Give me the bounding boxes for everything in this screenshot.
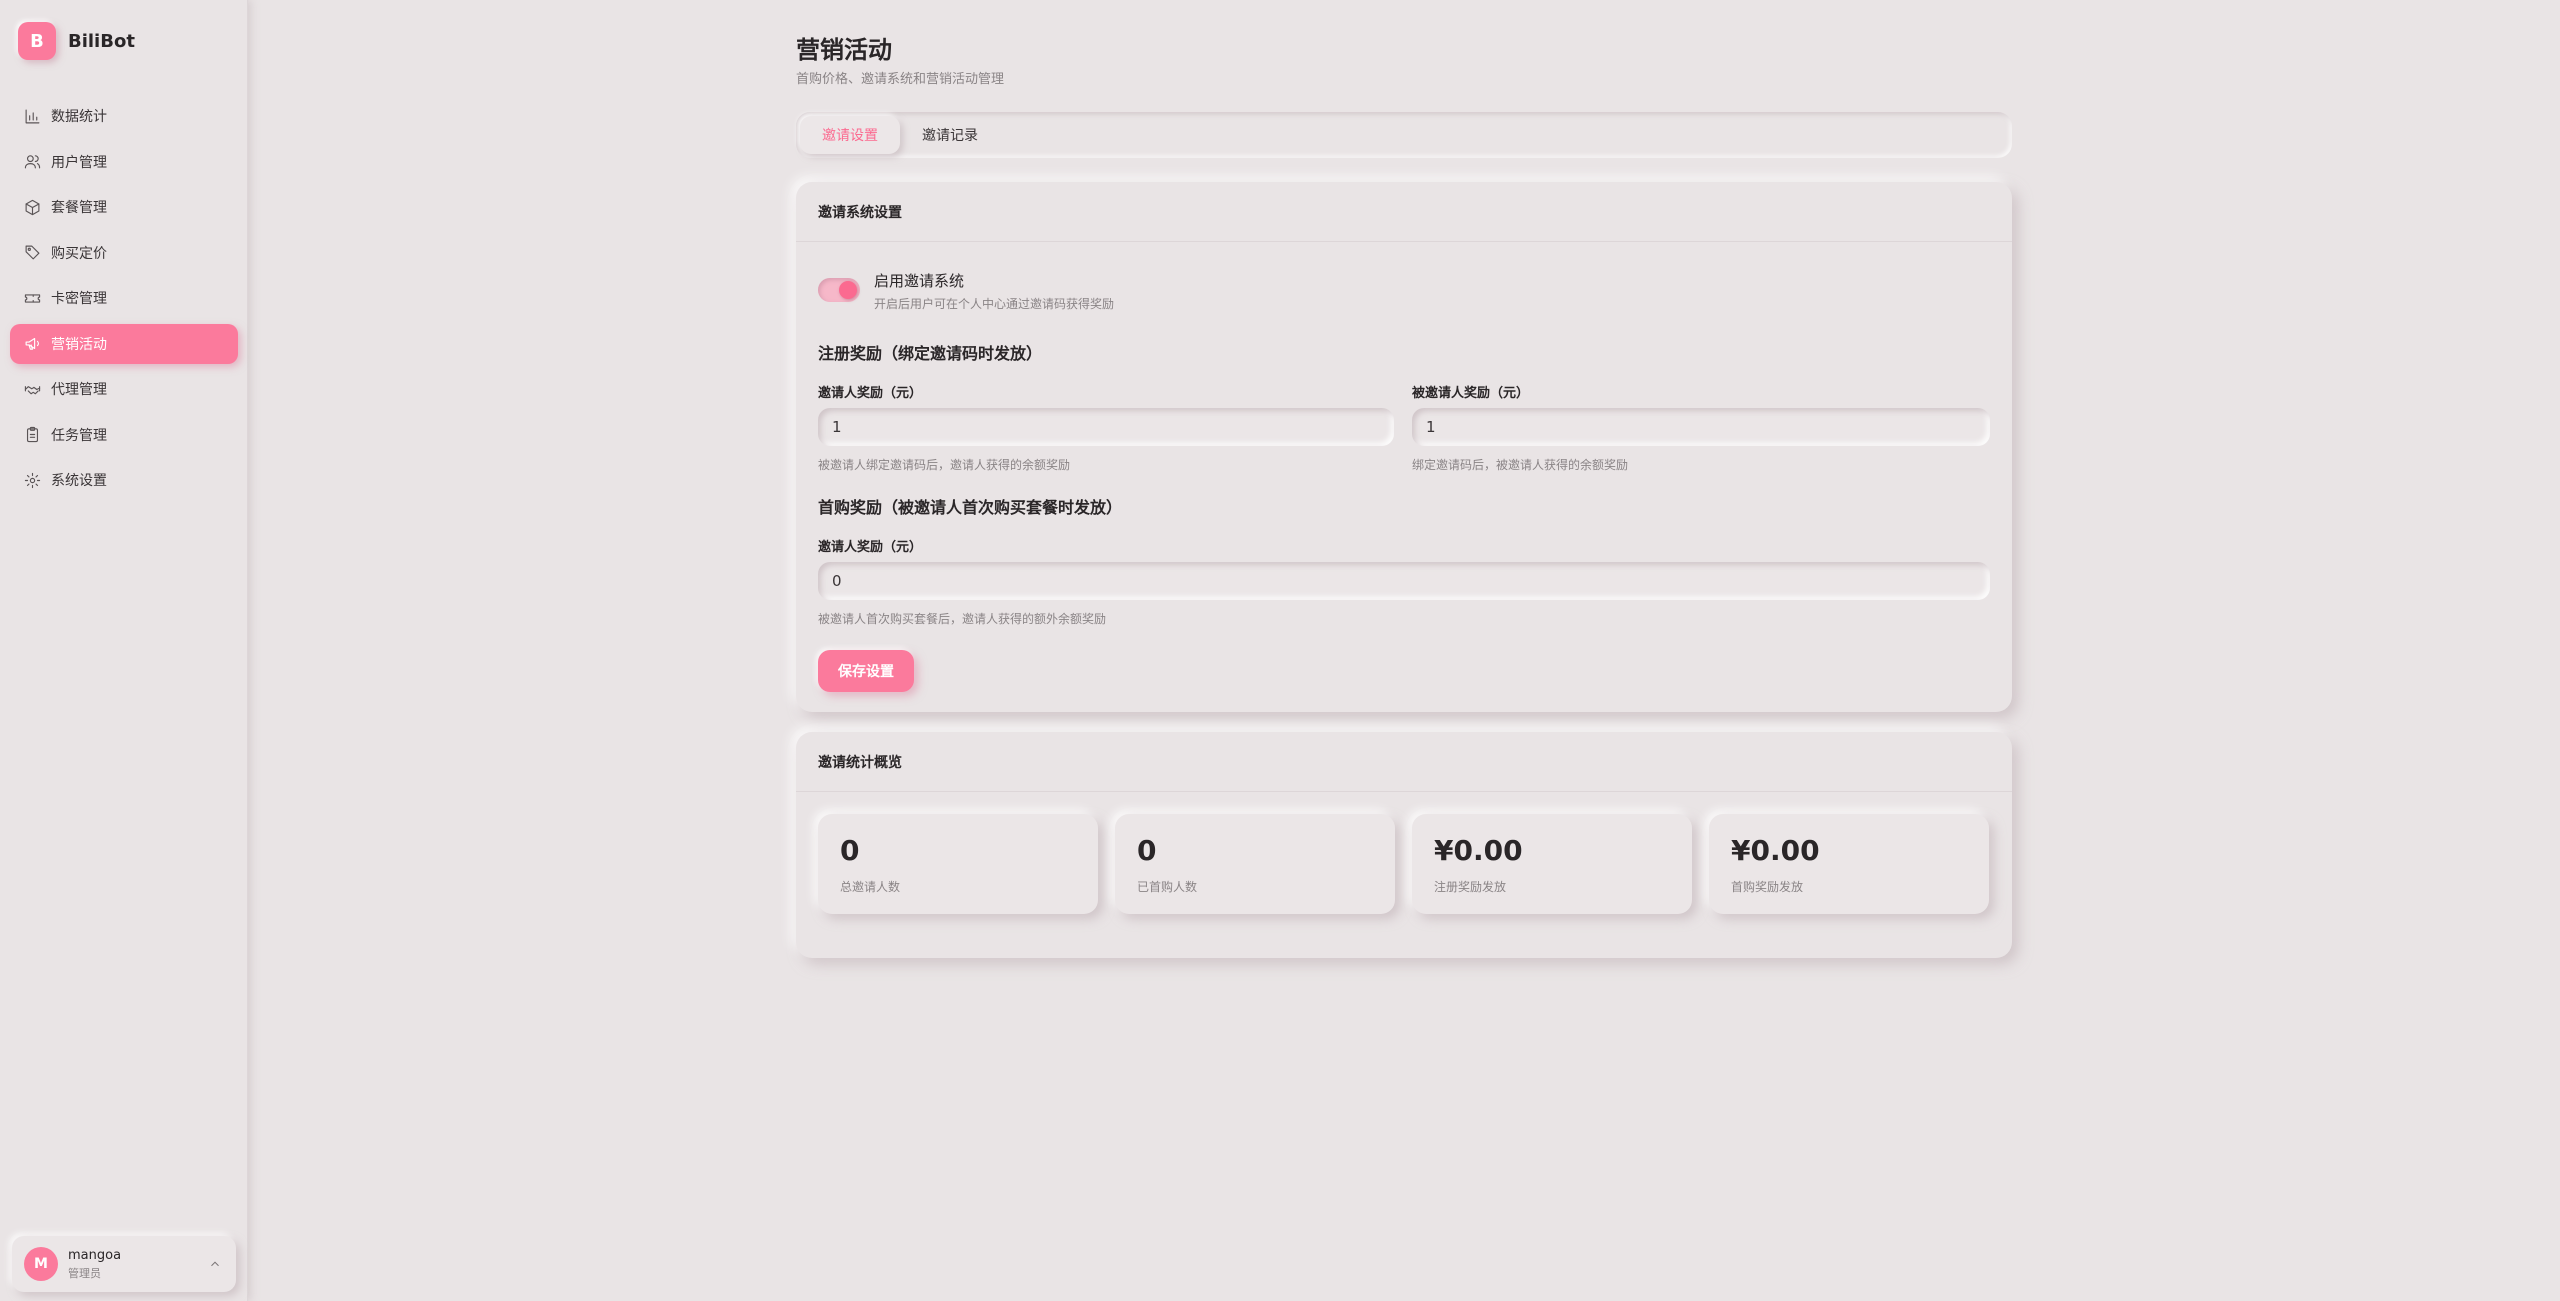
- handshake-icon: [24, 385, 41, 394]
- users-icon: [24, 155, 41, 169]
- page-title: 营销活动: [796, 36, 892, 64]
- stat-first-purchases: 0 已首购人数: [1115, 814, 1395, 914]
- page-subtitle: 首购价格、邀请系统和营销活动管理: [796, 72, 1005, 87]
- sidebar-item-label: 营销活动: [51, 336, 107, 353]
- gear-icon: [24, 472, 41, 488]
- first-purchase-inviter-help: 被邀请人首次购买套餐后，邀请人获得的额外余额奖励: [818, 612, 1107, 626]
- user-role: 管理员: [68, 1266, 101, 1280]
- sidebar-item-card-keys[interactable]: 卡密管理: [10, 278, 238, 318]
- stat-value: ¥0.00: [1731, 834, 1820, 867]
- avatar: M: [24, 1247, 58, 1281]
- sidebar-item-pricing[interactable]: 购买定价: [10, 233, 238, 273]
- register-reward-title: 注册奖励（绑定邀请码时发放）: [818, 344, 1043, 363]
- sidebar-item-users[interactable]: 用户管理: [10, 142, 238, 182]
- clipboard-icon: [26, 426, 39, 443]
- package-icon: [25, 199, 40, 215]
- sidebar-item-label: 代理管理: [51, 382, 107, 398]
- sidebar: B BiliBot 数据统计 用户管理 套餐管理 购买定价 卡密管理 营销活动 …: [0, 0, 248, 1301]
- sidebar-item-marketing[interactable]: 营销活动: [10, 323, 238, 364]
- user-name: mangoa: [68, 1247, 122, 1263]
- sidebar-item-label: 系统设置: [51, 473, 107, 489]
- tab-bar: 邀请设置 邀请记录: [796, 112, 2012, 158]
- register-invitee-label: 被邀请人奖励（元）: [1412, 386, 1530, 401]
- toggle-knob: [839, 281, 857, 299]
- brand-name: BiliBot: [68, 30, 135, 52]
- sidebar-item-label: 购买定价: [51, 245, 107, 262]
- first-purchase-inviter-label: 邀请人奖励（元）: [818, 540, 923, 555]
- stat-label: 已首购人数: [1137, 880, 1198, 894]
- first-purchase-inviter-input[interactable]: [818, 562, 1990, 600]
- stat-value: 0: [840, 834, 860, 867]
- user-menu[interactable]: M mangoa 管理员: [12, 1236, 236, 1292]
- register-inviter-input[interactable]: [818, 408, 1394, 446]
- first-purchase-reward-title: 首购奖励（被邀请人首次购买套餐时发放）: [818, 498, 1123, 517]
- user-info: mangoa 管理员: [68, 1248, 121, 1281]
- toggle-help-text: 开启后用户可在个人中心通过邀请码获得奖励: [874, 297, 1115, 311]
- bar-chart-icon: [25, 109, 40, 123]
- card-title: 邀请系统设置: [796, 182, 2012, 242]
- stat-first-purchase-rewards: ¥0.00 首购奖励发放: [1709, 814, 1989, 914]
- sidebar-item-tasks[interactable]: 任务管理: [10, 415, 238, 455]
- sidebar-item-label: 套餐管理: [51, 200, 107, 216]
- stat-register-rewards: ¥0.00 注册奖励发放: [1412, 814, 1692, 914]
- invite-stats-card: 邀请统计概览 0 总邀请人数 0 已首购人数 ¥0.00 注册奖励发放 ¥0.0…: [796, 732, 2012, 958]
- chevron-up-icon: [208, 1256, 222, 1275]
- app-root: B BiliBot 数据统计 用户管理 套餐管理 购买定价 卡密管理 营销活动 …: [0, 0, 2560, 1301]
- stat-label: 注册奖励发放: [1434, 880, 1507, 894]
- sidebar-item-data-stats[interactable]: 数据统计: [10, 96, 238, 136]
- sidebar-item-label: 用户管理: [51, 154, 107, 171]
- card-title: 邀请统计概览: [796, 732, 2012, 792]
- register-invitee-input[interactable]: [1412, 408, 1990, 446]
- sidebar-nav: 数据统计 用户管理 套餐管理 购买定价 卡密管理 营销活动 代理管理 任务管理 …: [10, 96, 238, 506]
- invite-settings-card: 邀请系统设置 启用邀请系统 开启后用户可在个人中心通过邀请码获得奖励 注册奖励（…: [796, 182, 2012, 712]
- tag-icon: [25, 245, 40, 260]
- register-inviter-help: 被邀请人绑定邀请码后，邀请人获得的余额奖励: [818, 458, 1071, 472]
- sidebar-item-label: 数据统计: [51, 109, 107, 125]
- sidebar-item-packages[interactable]: 套餐管理: [10, 187, 238, 227]
- enable-invite-toggle[interactable]: [818, 278, 860, 302]
- stat-value: 0: [1137, 834, 1157, 867]
- sidebar-item-label: 任务管理: [51, 427, 107, 444]
- sidebar-item-settings[interactable]: 系统设置: [10, 460, 238, 500]
- stat-label: 总邀请人数: [840, 880, 901, 894]
- stat-value: ¥0.00: [1434, 834, 1523, 867]
- toggle-label: 启用邀请系统: [874, 272, 965, 290]
- sidebar-item-label: 卡密管理: [51, 291, 107, 307]
- ticket-icon: [24, 293, 41, 303]
- brand[interactable]: B BiliBot: [18, 22, 135, 60]
- sidebar-item-agents[interactable]: 代理管理: [10, 369, 238, 409]
- save-settings-button[interactable]: 保存设置: [818, 650, 914, 692]
- stat-total-invites: 0 总邀请人数: [818, 814, 1098, 914]
- megaphone-icon: [25, 337, 39, 350]
- stat-label: 首购奖励发放: [1731, 880, 1804, 894]
- tab-invite-settings[interactable]: 邀请设置: [800, 116, 900, 154]
- register-invitee-help: 绑定邀请码后，被邀请人获得的余额奖励: [1412, 458, 1629, 472]
- brand-logo: B: [18, 22, 56, 60]
- register-inviter-label: 邀请人奖励（元）: [818, 386, 923, 401]
- tab-invite-records[interactable]: 邀请记录: [900, 116, 1000, 154]
